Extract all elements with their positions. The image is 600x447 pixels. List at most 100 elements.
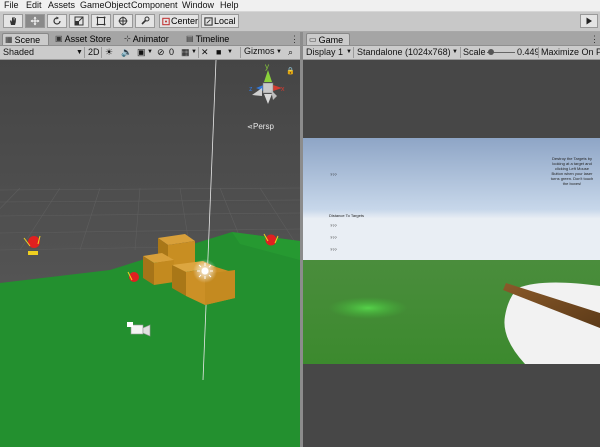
axis-x-label: x: [281, 86, 285, 93]
tab-asset-store[interactable]: ▣ Asset Store: [53, 33, 113, 45]
game-view[interactable]: ??? Destroy the Targets by looking at a …: [303, 138, 600, 364]
main-toolbar: Center Local: [0, 12, 600, 32]
tools-icon[interactable]: ✕: [201, 46, 209, 59]
hud-instructions: Destroy the Targets by looking at a targ…: [550, 156, 594, 186]
projection-icon: ⋖: [247, 124, 253, 131]
tab-timeline[interactable]: ▤ Timeline: [184, 33, 231, 45]
projection-label[interactable]: Persp: [253, 122, 274, 131]
animator-icon: ⊹: [124, 34, 131, 43]
axis-y-label: y: [265, 62, 269, 71]
divider: [101, 47, 102, 58]
hud-distance-label: Distance To Targets: [329, 213, 364, 218]
divider: [353, 47, 354, 58]
menu-window[interactable]: Window: [182, 0, 214, 11]
transform-tool-button[interactable]: [113, 14, 133, 28]
scale-label: Scale: [463, 47, 486, 57]
local-space-icon: [204, 16, 213, 26]
divider: [84, 47, 85, 58]
rotate-tool-button[interactable]: [47, 14, 67, 28]
hidden-objects-icon[interactable]: ⊘: [157, 46, 165, 59]
hand-icon: [10, 17, 16, 25]
tab-timeline-label: Timeline: [195, 34, 230, 44]
menu-bar: File Edit Assets GameObject Component Wi…: [0, 0, 600, 12]
mode-2d-toggle[interactable]: 2D: [88, 46, 100, 59]
hud-distance-value: ???: [330, 247, 337, 252]
divider: [460, 47, 461, 58]
menu-file[interactable]: File: [4, 0, 19, 11]
game-target-zone: [328, 297, 408, 319]
tab-game-label: Game: [318, 34, 344, 45]
menu-assets[interactable]: Assets: [48, 0, 75, 11]
custom-tool-button[interactable]: [135, 14, 155, 28]
scene-toolbar: Shaded ▼ 2D ☀ 🔈 ▣ ▼ ⊘ 0 ▦ ▼ ✕ ■ ▼ Gizmos…: [0, 46, 300, 60]
lighting-icon[interactable]: ☀: [105, 46, 113, 59]
scene-view[interactable]: y x z Persp ⋖ 🔒: [0, 60, 300, 447]
menu-component[interactable]: Component: [131, 0, 178, 11]
display-dropdown[interactable]: Display 1: [306, 46, 343, 59]
pivot-center-icon: [162, 17, 170, 25]
display-chevron-icon: ▼: [346, 49, 352, 55]
tab-animator[interactable]: ⊹ Animator: [122, 33, 171, 45]
move-tool-button[interactable]: [25, 14, 45, 28]
menu-edit[interactable]: Edit: [26, 0, 42, 11]
transform-icon: [118, 16, 128, 26]
grid-toggle-icon[interactable]: ▦: [181, 46, 190, 59]
rect-transform-icon: [96, 16, 106, 26]
camera-chevron-icon: ▼: [227, 49, 233, 55]
grid-chevron-icon: ▼: [191, 49, 197, 55]
scene-search-icon[interactable]: ⌕: [288, 46, 293, 59]
rect-tool-button[interactable]: [91, 14, 111, 28]
scale-icon: [74, 16, 84, 26]
wrench-icon: [141, 16, 150, 25]
divider: [198, 47, 199, 58]
menu-gameobject[interactable]: GameObject: [80, 0, 131, 11]
resolution-chevron-icon: ▼: [452, 49, 458, 55]
scale-slider-thumb[interactable]: [488, 49, 494, 55]
maximize-on-play-toggle[interactable]: Maximize On Pl: [541, 46, 600, 59]
hidden-objects-count: 0: [169, 47, 175, 57]
gizmos-label: Gizmos: [244, 46, 275, 56]
tab-asset-store-label: Asset Store: [64, 34, 112, 44]
tab-scene-label: Scene: [14, 34, 41, 45]
bag-icon: ▣: [55, 34, 63, 43]
tab-animator-label: Animator: [132, 34, 169, 44]
divider: [240, 47, 241, 58]
menu-help[interactable]: Help: [220, 0, 239, 11]
gizmos-chevron-icon: ▼: [276, 49, 282, 55]
lock-icon[interactable]: 🔒: [286, 67, 295, 75]
pivot-label: Center: [170, 16, 198, 26]
hud-distance-value: ???: [330, 235, 337, 240]
gizmos-dropdown[interactable]: Gizmos: [244, 45, 275, 58]
rotate-icon: [53, 16, 61, 25]
game-toolbar: Display 1 ▼ Standalone (1024x768) ▼ Scal…: [303, 46, 600, 60]
scene-tab-row: ▦ Scene ▣ Asset Store ⊹ Animator ▤ Timel…: [0, 32, 300, 46]
hud-distance-value: ???: [330, 223, 337, 228]
effects-icon[interactable]: ▣: [137, 46, 146, 59]
scene-canvas: y x z Persp ⋖ 🔒: [0, 60, 300, 447]
timeline-icon: ▤: [186, 34, 194, 43]
grid-icon: ▦: [5, 34, 13, 44]
space-label: Local: [214, 16, 236, 26]
axis-z-label: z: [249, 86, 253, 93]
light-gizmo-icon[interactable]: [197, 263, 213, 279]
pivot-space-toggle[interactable]: Local: [201, 14, 239, 28]
effects-chevron-icon: ▼: [147, 49, 153, 55]
hud-top-left: ???: [330, 172, 337, 177]
divider: [538, 47, 539, 58]
gamepad-icon: ▭: [309, 34, 317, 44]
scale-tool-button[interactable]: [69, 14, 89, 28]
scene-tab-menu-icon[interactable]: ⋮: [290, 33, 299, 45]
scale-value: 0.449: [517, 47, 540, 57]
tab-scene[interactable]: ▦ Scene: [2, 33, 49, 45]
draw-mode-dropdown[interactable]: Shaded: [3, 46, 34, 59]
audio-icon[interactable]: 🔈: [121, 46, 132, 59]
tab-game[interactable]: ▭ Game: [306, 33, 350, 45]
pivot-mode-toggle[interactable]: Center: [159, 14, 199, 28]
play-button[interactable]: [580, 14, 598, 28]
hand-tool-button[interactable]: [3, 14, 23, 28]
move-icon: [30, 16, 40, 26]
camera-icon[interactable]: ■: [216, 46, 221, 59]
game-tab-menu-icon[interactable]: ⋮: [590, 33, 599, 45]
draw-mode-chevron-icon: ▼: [76, 49, 83, 56]
resolution-dropdown[interactable]: Standalone (1024x768): [357, 46, 451, 59]
